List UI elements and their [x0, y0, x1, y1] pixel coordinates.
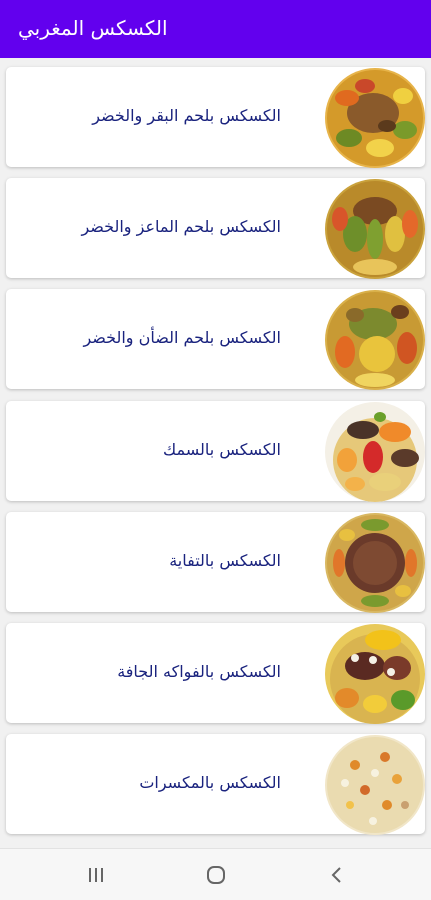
list-item-beef[interactable]: الكسكس بلحم البقر والخضر: [6, 67, 425, 168]
couscous-dried-fruits-image: [325, 624, 425, 724]
system-navigation-bar: [0, 848, 431, 900]
list-item-lamb[interactable]: الكسكس بلحم الضأن والخضر: [6, 289, 425, 390]
couscous-goat-image: [325, 179, 425, 279]
app-bar: الكسكس المغربي: [0, 0, 431, 58]
list-item-label: الكسكس بالسمك: [163, 440, 281, 459]
couscous-fish-image: [325, 402, 425, 502]
list-item-goat[interactable]: الكسكس بلحم الماعز والخضر: [6, 178, 425, 279]
list-item-dried-fruits[interactable]: الكسكس بالفواكه الجافة: [6, 623, 425, 724]
list-item-tfaya[interactable]: الكسكس بالتفاية: [6, 512, 425, 613]
couscous-beef-image: [325, 68, 425, 168]
couscous-tfaya-image: [325, 513, 425, 613]
recent-apps-button[interactable]: [76, 861, 116, 889]
list-item-fish[interactable]: الكسكس بالسمك: [6, 401, 425, 502]
list-item-nuts[interactable]: الكسكس بالمكسرات: [6, 734, 425, 835]
list-item-label: الكسكس بالتفاية: [169, 551, 281, 570]
home-icon: [207, 866, 225, 884]
back-button[interactable]: [317, 861, 357, 889]
list-item-label: الكسكس بالمكسرات: [139, 773, 281, 792]
list-item-label: الكسكس بلحم البقر والخضر: [92, 106, 281, 125]
list-item-label: الكسكس بلحم الماعز والخضر: [81, 217, 281, 236]
list-item-label: الكسكس بالفواكه الجافة: [117, 662, 281, 681]
couscous-nuts-image: [325, 735, 425, 835]
page-title: الكسكس المغربي: [18, 16, 168, 40]
app-screen: الكسكس المغربي الكسكس بلحم البقر والخضر: [0, 0, 431, 900]
couscous-lamb-image: [325, 290, 425, 390]
back-icon: [331, 867, 341, 883]
recipe-list[interactable]: الكسكس بلحم البقر والخضر الكسكس بلحم الم…: [0, 58, 431, 848]
recent-apps-icon: [89, 868, 103, 882]
list-item-label: الكسكس بلحم الضأن والخضر: [83, 328, 281, 347]
home-button[interactable]: [196, 861, 236, 889]
